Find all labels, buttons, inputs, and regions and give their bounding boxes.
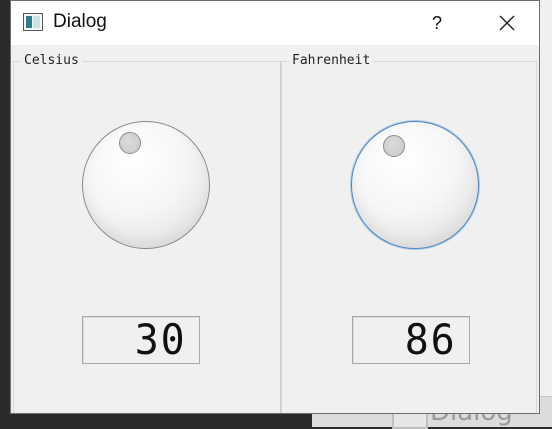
window-title: Dialog bbox=[53, 11, 107, 32]
app-window-icon bbox=[23, 13, 43, 31]
background-glyph bbox=[540, 10, 552, 80]
celsius-value: 30 bbox=[135, 315, 187, 364]
fahrenheit-dial-handle[interactable] bbox=[383, 135, 405, 157]
fahrenheit-dial[interactable] bbox=[351, 121, 479, 249]
celsius-group: Celsius 30 bbox=[13, 53, 281, 413]
fahrenheit-lcd-display: 86 bbox=[352, 316, 470, 364]
fahrenheit-group: Fahrenheit 86 bbox=[281, 53, 537, 413]
close-button[interactable] bbox=[489, 7, 525, 39]
celsius-dial[interactable] bbox=[82, 121, 210, 249]
dialog-content: Celsius 30 Fahrenheit 86 bbox=[11, 45, 539, 413]
close-icon bbox=[499, 15, 515, 31]
celsius-group-title: Celsius bbox=[21, 53, 82, 68]
fahrenheit-group-title: Fahrenheit bbox=[289, 53, 374, 68]
help-button[interactable]: ? bbox=[419, 7, 455, 39]
fahrenheit-value: 86 bbox=[405, 315, 457, 364]
celsius-dial-handle[interactable] bbox=[119, 132, 141, 154]
celsius-lcd-display: 30 bbox=[82, 316, 200, 364]
dialog-window: Dialog ? Celsius 30 Fahrenheit 86 bbox=[10, 0, 540, 414]
title-bar[interactable]: Dialog ? bbox=[11, 1, 539, 45]
